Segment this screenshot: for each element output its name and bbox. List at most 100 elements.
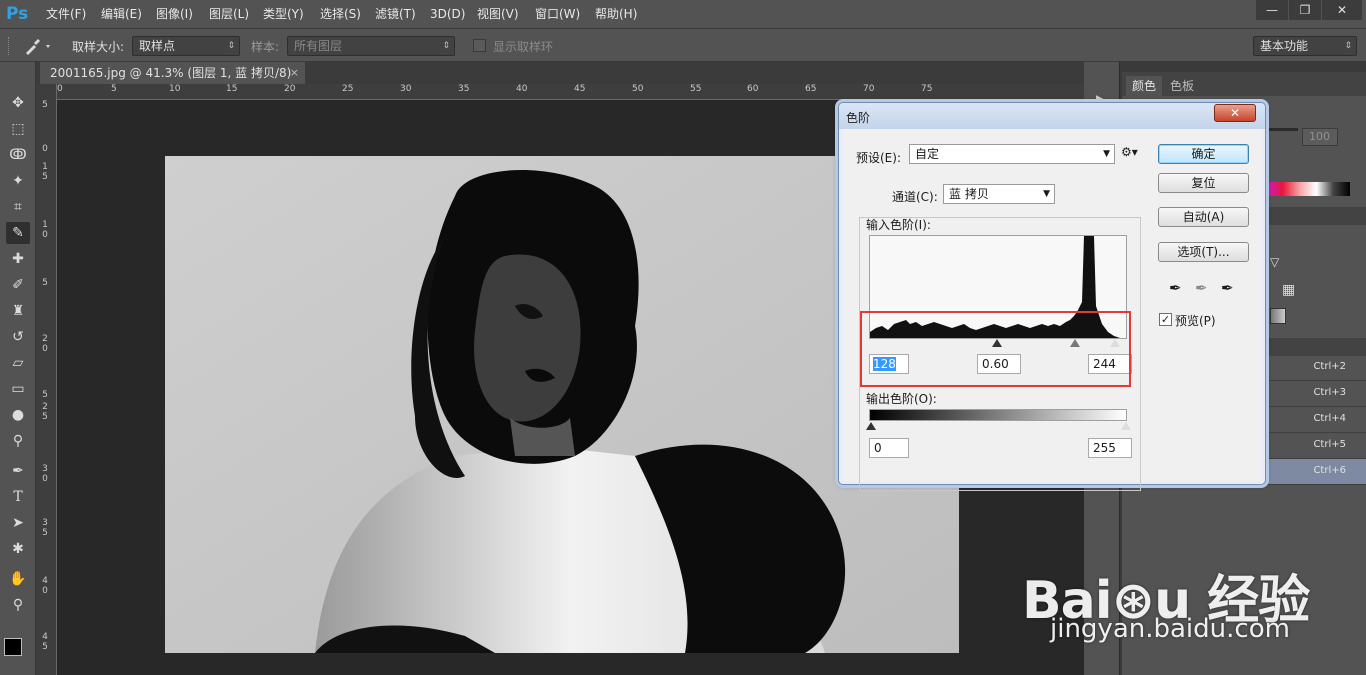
shape-tool-icon[interactable]: ✱ [6, 538, 30, 560]
foreground-color-swatch[interactable] [4, 638, 22, 656]
grid-icon[interactable]: ▦ [1282, 282, 1295, 298]
highlight-annotation-box [860, 311, 1131, 387]
menu-view[interactable]: 视图(V) [477, 0, 519, 28]
tab-swatches[interactable]: 色板 [1164, 76, 1200, 96]
options-button[interactable]: 选项(T)... [1158, 242, 1249, 262]
lasso-tool-icon[interactable]: ↂ [6, 144, 30, 166]
channel-row[interactable]: Ctrl+5 [1266, 433, 1366, 459]
sample-select[interactable]: 所有图层 ⇕ [287, 36, 455, 56]
preset-select[interactable]: 自定 ▼ [909, 144, 1115, 164]
channel-row[interactable]: Ctrl+2 [1266, 355, 1366, 381]
output-black-field[interactable]: 0 [869, 438, 909, 458]
mask-icon[interactable] [1270, 308, 1286, 324]
opacity-field[interactable]: 100 [1302, 128, 1338, 146]
channel-row[interactable]: Ctrl+4 [1266, 407, 1366, 433]
black-eyedropper-icon[interactable]: ✒ [1169, 279, 1182, 297]
ruler-tick: 1 [42, 220, 48, 230]
menu-type[interactable]: 类型(Y) [263, 0, 304, 28]
menu-edit[interactable]: 编辑(E) [101, 0, 142, 28]
opacity-slider-track[interactable] [1266, 128, 1298, 131]
gradient-tool-icon[interactable]: ▭ [6, 378, 30, 400]
restore-button[interactable]: ❐ [1289, 0, 1321, 20]
ruler-tick: 2 [42, 402, 48, 412]
preset-label: 预设(E): [856, 151, 901, 165]
ruler-tick: 0 [42, 344, 48, 354]
eyedropper-tool-icon[interactable]: ✎ [6, 222, 30, 244]
gray-eyedropper-icon[interactable]: ✒ [1195, 279, 1208, 297]
channel-row[interactable]: Ctrl+3 [1266, 381, 1366, 407]
preview-checkbox[interactable]: ✓ [1159, 313, 1172, 326]
dodge-tool-icon[interactable]: ⚲ [6, 430, 30, 452]
triangle-icon[interactable]: ▽ [1270, 255, 1284, 269]
menu-file[interactable]: 文件(F) [46, 0, 86, 28]
channel-row-selected[interactable]: Ctrl+6 [1266, 459, 1366, 485]
ruler-tick: 70 [863, 84, 875, 94]
color-ramp[interactable] [1266, 182, 1350, 196]
menu-help[interactable]: 帮助(H) [595, 0, 637, 28]
sample-label: 样本: [251, 40, 280, 54]
blur-tool-icon[interactable]: ● [6, 404, 30, 426]
menu-image[interactable]: 图像(I) [156, 0, 193, 28]
workspace-select[interactable]: 基本功能 ⇕ [1253, 36, 1357, 56]
ruler-tick: 5 [42, 100, 48, 110]
minimize-button[interactable]: — [1256, 0, 1288, 20]
preset-options-gear-icon[interactable]: ⚙▾ [1121, 145, 1138, 159]
move-tool-icon[interactable]: ✥ [6, 92, 30, 114]
type-tool-icon[interactable]: T [6, 486, 30, 508]
auto-button[interactable]: 自动(A) [1158, 207, 1249, 227]
output-black-slider[interactable] [866, 422, 876, 430]
ruler-tick: 10 [169, 84, 181, 94]
channel-shortcut: Ctrl+3 [1313, 387, 1346, 398]
sample-size-select[interactable]: 取样点 ⇕ [132, 36, 240, 56]
ok-button[interactable]: 确定 [1158, 144, 1249, 164]
output-levels-label: 输出色阶(O): [866, 392, 937, 406]
menu-layer[interactable]: 图层(L) [209, 0, 249, 28]
stamp-tool-icon[interactable]: ♜ [6, 300, 30, 322]
menu-select[interactable]: 选择(S) [320, 0, 361, 28]
crop-tool-icon[interactable]: ⌗ [6, 196, 30, 218]
zoom-tool-icon[interactable]: ⚲ [6, 594, 30, 616]
menu-3d[interactable]: 3D(D) [430, 0, 465, 28]
reset-button[interactable]: 复位 [1158, 173, 1249, 193]
close-tab-icon[interactable]: × [290, 62, 299, 84]
eraser-tool-icon[interactable]: ▱ [6, 352, 30, 374]
sample-value: 所有图层 [294, 39, 343, 53]
document-tab[interactable]: 2001165.jpg @ 41.3% (图层 1, 蓝 拷贝/8) * × [40, 62, 305, 102]
output-white-field[interactable]: 255 [1088, 438, 1132, 458]
close-window-button[interactable]: ✕ [1322, 0, 1362, 20]
channel-shortcut: Ctrl+4 [1313, 413, 1346, 424]
output-white-slider[interactable] [1121, 422, 1131, 430]
channel-value: 蓝 拷贝 [949, 187, 989, 201]
show-ring-checkbox[interactable] [473, 39, 486, 52]
vertical-ruler: 5 0 1 5 1 0 5 2 0 5 2 5 3 0 3 5 4 0 4 5 [36, 84, 57, 675]
channel-shortcut: Ctrl+2 [1313, 361, 1346, 372]
brush-tool-icon[interactable]: ✐ [6, 274, 30, 296]
ruler-tick: 15 [226, 84, 238, 94]
path-selection-tool-icon[interactable]: ➤ [6, 512, 30, 534]
ruler-tick: 3 [42, 464, 48, 474]
photoshop-logo: Ps [6, 4, 29, 24]
menu-filter[interactable]: 滤镜(T) [375, 0, 416, 28]
ruler-tick: 0 [42, 474, 48, 484]
marquee-tool-icon[interactable]: ⬚ [6, 118, 30, 140]
ruler-tick: 35 [458, 84, 470, 94]
sample-size-value: 取样点 [139, 39, 176, 53]
document-tab-bar: 2001165.jpg @ 41.3% (图层 1, 蓝 拷贝/8) * × [36, 62, 1084, 102]
ruler-tick: 0 [42, 230, 48, 240]
dialog-title-bar[interactable]: 色阶 ✕ [839, 103, 1265, 129]
history-brush-tool-icon[interactable]: ↺ [6, 326, 30, 348]
eyedropper-tool-preset-icon[interactable] [22, 35, 52, 57]
healing-brush-tool-icon[interactable]: ✚ [6, 248, 30, 270]
hand-tool-icon[interactable]: ✋ [6, 568, 30, 590]
white-eyedropper-icon[interactable]: ✒ [1221, 279, 1234, 297]
channel-select[interactable]: 蓝 拷贝 ▼ [943, 184, 1055, 204]
tab-color[interactable]: 颜色 [1126, 76, 1163, 96]
ruler-tick: 60 [747, 84, 759, 94]
menu-window[interactable]: 窗口(W) [535, 0, 580, 28]
pen-tool-icon[interactable]: ✒ [6, 460, 30, 482]
dialog-close-button[interactable]: ✕ [1214, 104, 1256, 122]
magic-wand-tool-icon[interactable]: ✦ [6, 170, 30, 192]
show-ring-label: 显示取样环 [493, 40, 554, 54]
channel-shortcut: Ctrl+5 [1313, 439, 1346, 450]
chevron-updown-icon: ⇕ [227, 41, 235, 51]
